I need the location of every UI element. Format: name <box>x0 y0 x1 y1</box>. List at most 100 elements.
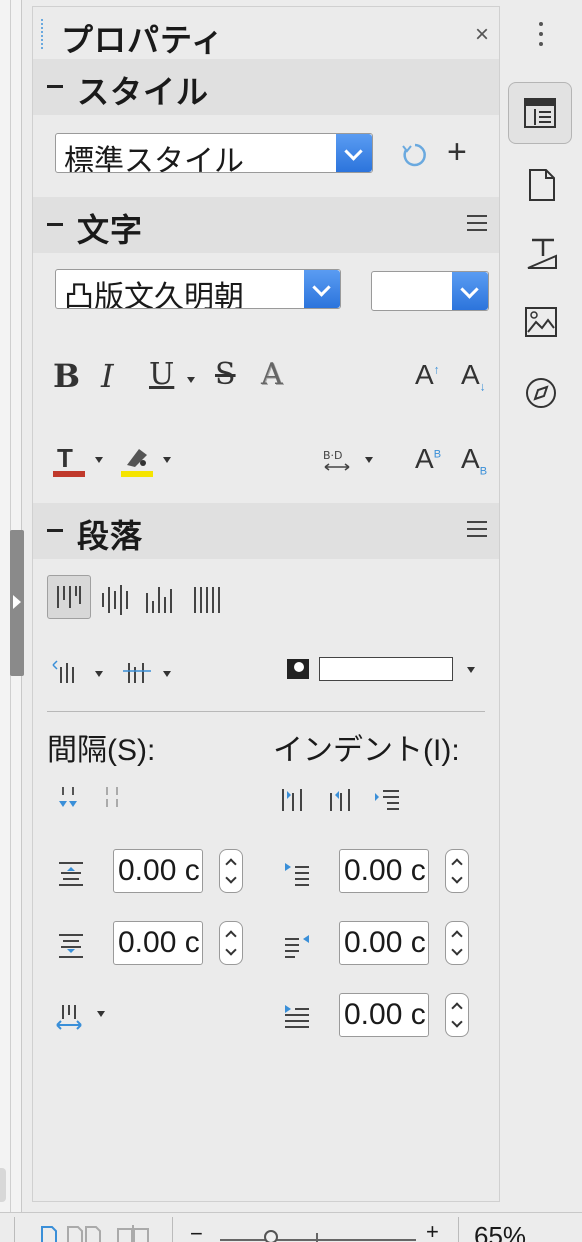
book-view-icon[interactable] <box>116 1225 152 1242</box>
chevron-down-icon[interactable] <box>452 272 488 310</box>
new-style-button[interactable]: + <box>447 133 467 172</box>
paragraph-style-combo[interactable]: 標準スタイル <box>55 133 373 173</box>
hanging-indent-icon[interactable] <box>373 785 401 813</box>
font-name-combo[interactable]: 凸版文久明朝 <box>55 269 341 309</box>
more-options-icon[interactable] <box>467 521 487 537</box>
line-spacing-dropdown-icon[interactable] <box>163 671 171 677</box>
page-icon <box>529 169 555 201</box>
tab-gallery[interactable] <box>508 292 572 354</box>
tab-page[interactable] <box>508 154 572 216</box>
paragraph-spacing-dropdown-icon[interactable] <box>95 671 103 677</box>
align-top-button[interactable] <box>47 575 91 619</box>
shrink-font-button[interactable]: A↓ <box>461 359 486 394</box>
collapse-icon[interactable] <box>47 529 63 532</box>
svg-text:B·D: B·D <box>323 449 343 462</box>
collapse-icon[interactable] <box>47 85 63 88</box>
zoom-slider-knob[interactable] <box>264 1230 278 1242</box>
underline-dropdown-icon[interactable] <box>187 377 195 383</box>
gallery-icon <box>525 307 557 337</box>
align-top-icon <box>57 586 81 608</box>
single-page-view-icon[interactable] <box>40 1225 60 1242</box>
below-spacing-icon <box>59 934 83 958</box>
more-options-icon[interactable] <box>467 215 487 231</box>
chevron-down-icon[interactable] <box>304 270 340 308</box>
align-bottom-icon[interactable] <box>141 579 177 619</box>
justify-vertical-icon[interactable] <box>189 579 225 619</box>
line-spacing-options-dropdown-icon[interactable] <box>97 1011 105 1017</box>
chevron-down-icon[interactable] <box>336 134 372 172</box>
multi-page-view-icon[interactable] <box>66 1225 106 1242</box>
paragraph-style-value: 標準スタイル <box>64 145 244 173</box>
below-spacing-input[interactable]: 0.00 c <box>113 921 203 965</box>
character-spacing-dropdown-icon[interactable] <box>365 457 373 463</box>
drag-grip[interactable] <box>41 19 45 49</box>
font-color-dropdown-icon[interactable] <box>95 457 103 463</box>
shadow-button[interactable]: A <box>261 357 283 392</box>
status-bar: − + 65% <box>0 1212 582 1242</box>
increase-indent-icon[interactable] <box>279 785 307 813</box>
font-name-value: 凸版文久明朝 <box>64 281 244 309</box>
update-style-icon[interactable] <box>401 141 429 169</box>
tab-properties[interactable] <box>508 82 572 144</box>
style-section-header[interactable]: スタイル <box>33 59 499 115</box>
bold-button[interactable]: B <box>53 357 80 395</box>
zoom-out-button[interactable]: − <box>190 1221 203 1242</box>
font-size-combo[interactable] <box>371 271 489 311</box>
font-color-swatch <box>53 471 85 477</box>
background-color-icon[interactable] <box>285 655 313 683</box>
after-indent-input[interactable]: 0.00 c <box>339 921 429 965</box>
strikethrough-button[interactable]: S <box>215 357 236 392</box>
status-separator <box>172 1217 173 1242</box>
indent-label: インデント(I): <box>273 734 460 767</box>
zoom-slider[interactable] <box>220 1239 416 1241</box>
after-indent-stepper[interactable] <box>445 921 469 965</box>
decrease-spacing-icon[interactable] <box>99 785 127 811</box>
above-spacing-stepper[interactable] <box>219 849 243 893</box>
subscript-button[interactable]: AB <box>461 443 487 478</box>
spacing-label: 間隔(S): <box>47 734 156 767</box>
before-indent-icon <box>285 863 309 886</box>
section-divider <box>47 711 485 712</box>
first-line-indent-input[interactable]: 0.00 c <box>339 993 429 1037</box>
font-color-button[interactable]: T <box>53 443 87 479</box>
superscript-button[interactable]: AB <box>415 443 441 475</box>
first-line-indent-stepper[interactable] <box>445 993 469 1037</box>
before-indent-input[interactable]: 0.00 c <box>339 849 429 893</box>
close-panel-button[interactable]: × <box>475 21 489 49</box>
character-spacing-icon[interactable]: B·D <box>323 447 351 475</box>
zoom-in-button[interactable]: + <box>426 1219 439 1242</box>
tab-styles[interactable] <box>508 224 572 286</box>
sidebar-tabbar <box>502 0 582 1212</box>
below-spacing-stepper[interactable] <box>219 921 243 965</box>
decrease-indent-icon[interactable] <box>327 785 355 813</box>
background-color-swatch[interactable] <box>319 657 453 681</box>
paragraph-spacing-icon[interactable] <box>51 657 83 687</box>
first-line-indent-icon <box>285 1005 309 1028</box>
highlight-swatch <box>121 471 153 477</box>
line-spacing-icon[interactable] <box>121 657 153 687</box>
increase-spacing-icon[interactable] <box>55 785 83 811</box>
styles-icon <box>527 238 557 269</box>
background-color-dropdown-icon[interactable] <box>467 667 475 673</box>
tab-navigator[interactable] <box>508 362 572 424</box>
align-center-vertical-icon[interactable] <box>97 579 133 619</box>
status-separator <box>458 1217 459 1242</box>
character-section-header[interactable]: 文字 <box>33 197 499 253</box>
highlight-dropdown-icon[interactable] <box>163 457 171 463</box>
scroll-stub <box>0 1168 6 1202</box>
line-spacing-options-icon[interactable] <box>55 1003 85 1033</box>
grow-font-button[interactable]: A↑ <box>415 359 440 391</box>
italic-button[interactable]: I <box>101 357 114 395</box>
sidebar-menu-icon[interactable] <box>539 22 543 46</box>
zoom-percent[interactable]: 65% <box>474 1221 526 1242</box>
highlight-button[interactable] <box>121 443 155 479</box>
zoom-slider-tick <box>316 1233 318 1242</box>
paragraph-section-header[interactable]: 段落 <box>33 503 499 559</box>
above-spacing-input[interactable]: 0.00 c <box>113 849 203 893</box>
above-spacing-icon <box>59 862 83 886</box>
before-indent-stepper[interactable] <box>445 849 469 893</box>
underline-button[interactable]: U <box>149 357 174 392</box>
sidebar-collapse-handle[interactable] <box>10 530 24 676</box>
font-color-icon: T <box>57 443 73 473</box>
collapse-icon[interactable] <box>47 223 63 226</box>
